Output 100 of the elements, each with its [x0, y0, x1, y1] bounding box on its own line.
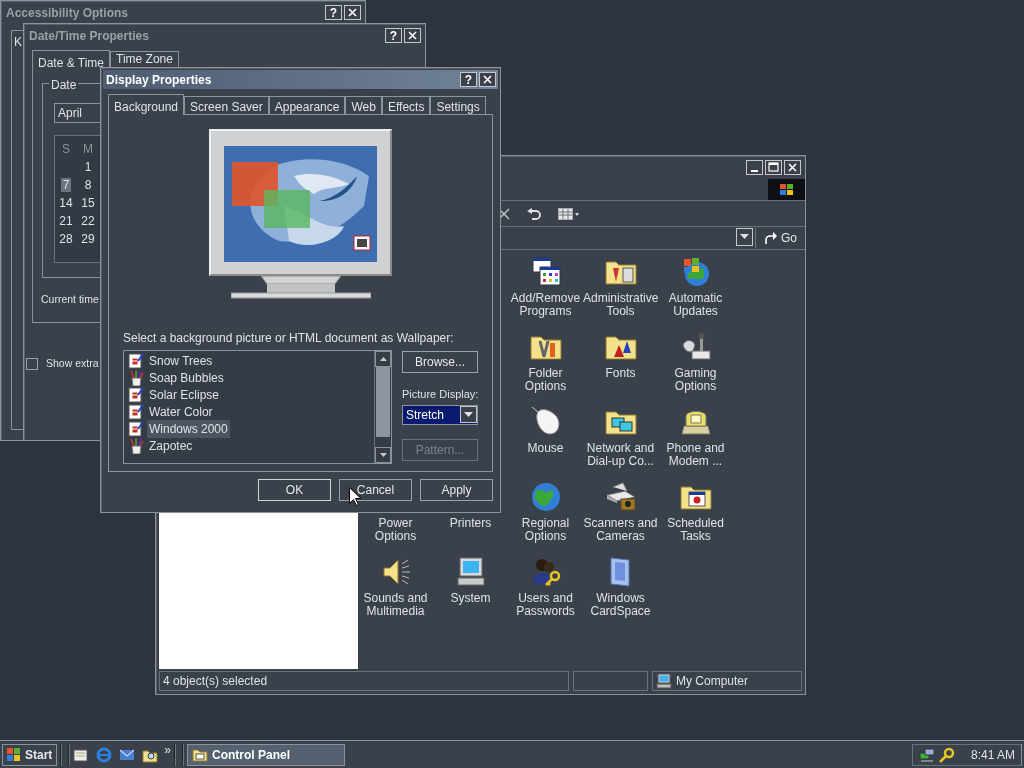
- network-icon[interactable]: [918, 746, 935, 763]
- calendar-day[interactable]: 1: [82, 160, 94, 174]
- icon-label[interactable]: Scanners and Cameras: [583, 517, 658, 543]
- icon-label[interactable]: Gaming Options: [658, 367, 733, 393]
- list-item[interactable]: Snow Trees: [147, 351, 215, 370]
- tab[interactable]: Effects: [381, 96, 431, 114]
- browser-icon[interactable]: [96, 746, 113, 763]
- start-button[interactable]: Start: [2, 743, 58, 766]
- caret-icon: [740, 234, 749, 240]
- tab[interactable]: Background: [108, 94, 185, 115]
- paint-cup-icon: [128, 437, 144, 454]
- month-field[interactable]: April: [54, 103, 100, 123]
- minimize-icon: [751, 170, 758, 172]
- clock: 8:41 AM: [970, 746, 1015, 764]
- tab[interactable]: Appearance: [268, 96, 346, 114]
- list-item[interactable]: Water Color: [147, 402, 215, 421]
- close-icon: [406, 29, 419, 42]
- mouse-icon[interactable]: [529, 406, 562, 438]
- icon-label[interactable]: Administrative Tools: [583, 292, 658, 318]
- calendar-day[interactable]: 7: [60, 178, 72, 192]
- tab[interactable]: Time Zone: [110, 51, 179, 67]
- icon-label[interactable]: Sounds and Multimedia: [358, 592, 433, 618]
- close-button[interactable]: [479, 72, 496, 87]
- tab[interactable]: K: [12, 31, 22, 51]
- document-icon: [128, 352, 144, 369]
- help-button[interactable]: ?: [385, 28, 402, 43]
- calendar-day[interactable]: 22: [79, 214, 97, 228]
- icon-label[interactable]: System: [433, 592, 508, 605]
- windows-logo-icon: [7, 748, 21, 761]
- minimize-button[interactable]: [746, 160, 763, 175]
- window-title: Display Properties: [106, 71, 213, 89]
- icon-label[interactable]: Fonts: [583, 367, 658, 380]
- icon-label[interactable]: Add/Remove Programs: [508, 292, 583, 318]
- tab[interactable]: Screen Saver: [184, 96, 269, 114]
- cancel-button[interactable]: Cancel: [339, 479, 412, 501]
- list-item[interactable]: Zapotec: [147, 436, 195, 455]
- picture-display-select[interactable]: Stretch: [402, 404, 478, 425]
- calendar-day[interactable]: 8: [82, 178, 94, 192]
- browse-button[interactable]: Browse...: [402, 351, 478, 373]
- icon-label[interactable]: Power Options: [358, 517, 433, 543]
- close-button[interactable]: [404, 28, 421, 43]
- field-label: Picture Display:: [402, 387, 478, 402]
- tab[interactable]: Settings: [430, 96, 486, 114]
- calendar-day[interactable]: 15: [79, 196, 97, 210]
- calendar-day[interactable]: 29: [79, 232, 97, 246]
- delete-icon[interactable]: [498, 207, 510, 220]
- icon-label[interactable]: Windows CardSpace: [583, 592, 658, 618]
- windows-logo-icon: [778, 182, 795, 197]
- tab[interactable]: Date & Time: [32, 50, 111, 71]
- scroll-up-icon: [379, 357, 387, 361]
- list-item[interactable]: Windows 2000: [147, 419, 230, 438]
- icon-label[interactable]: Scheduled Tasks: [658, 517, 733, 543]
- taskbar-button[interactable]: Control Panel: [187, 743, 346, 766]
- arrow-icon: [764, 232, 777, 244]
- close-icon: [481, 73, 494, 86]
- ok-button[interactable]: OK: [258, 479, 331, 501]
- more-button[interactable]: »: [164, 741, 172, 759]
- help-button[interactable]: ?: [325, 5, 342, 20]
- caret-icon: [464, 411, 473, 418]
- icon-label[interactable]: Phone and Modem ...: [658, 442, 733, 468]
- window-title: Date/Time Properties: [29, 27, 150, 45]
- select-value: Stretch: [406, 406, 444, 424]
- system-icon[interactable]: [454, 556, 487, 588]
- list-item[interactable]: Soap Bubbles: [147, 368, 226, 387]
- icon-label[interactable]: Regional Options: [508, 517, 583, 543]
- dropdown-button[interactable]: [736, 228, 753, 246]
- close-icon: [786, 161, 799, 174]
- tab[interactable]: Web: [345, 96, 382, 114]
- calendar-day[interactable]: 14: [57, 196, 75, 210]
- window-title: Accessibility Options: [6, 4, 130, 22]
- scanners-icon[interactable]: [604, 481, 637, 513]
- close-button[interactable]: [784, 160, 801, 175]
- apply-button[interactable]: Apply: [420, 479, 493, 501]
- close-button[interactable]: [344, 5, 361, 20]
- help-button[interactable]: ?: [460, 72, 477, 87]
- desktop-icon[interactable]: [73, 746, 90, 763]
- icon-label[interactable]: Folder Options: [508, 367, 583, 393]
- icon-label[interactable]: Users and Passwords: [508, 592, 583, 618]
- scrollbar[interactable]: [374, 351, 391, 463]
- undo-icon[interactable]: [526, 207, 542, 220]
- control-panel-icon: [192, 747, 209, 762]
- list-item[interactable]: Solar Eclipse: [147, 385, 222, 404]
- computer-icon: [656, 673, 672, 689]
- close-icon: [346, 6, 359, 19]
- icon-label[interactable]: Printers: [433, 517, 508, 530]
- icon-label[interactable]: Mouse: [508, 442, 583, 455]
- calendar-day[interactable]: 21: [57, 214, 75, 228]
- checkbox[interactable]: [26, 357, 38, 370]
- icon-label[interactable]: Automatic Updates: [658, 292, 733, 318]
- views-icon[interactable]: [558, 206, 580, 221]
- maximize-button[interactable]: [765, 160, 782, 175]
- calendar-day[interactable]: 28: [57, 232, 75, 246]
- document-icon: [128, 403, 144, 420]
- scroll-down-icon: [379, 453, 387, 457]
- document-icon: [128, 420, 144, 437]
- icon-label[interactable]: Network and Dial-up Co...: [583, 442, 658, 468]
- status-text: My Computer: [676, 673, 749, 690]
- paint-cup-icon: [128, 369, 144, 386]
- prompt-text: Select a background picture or HTML document as Wallpaper:: [123, 330, 455, 347]
- field-label: Current time: [41, 292, 99, 307]
